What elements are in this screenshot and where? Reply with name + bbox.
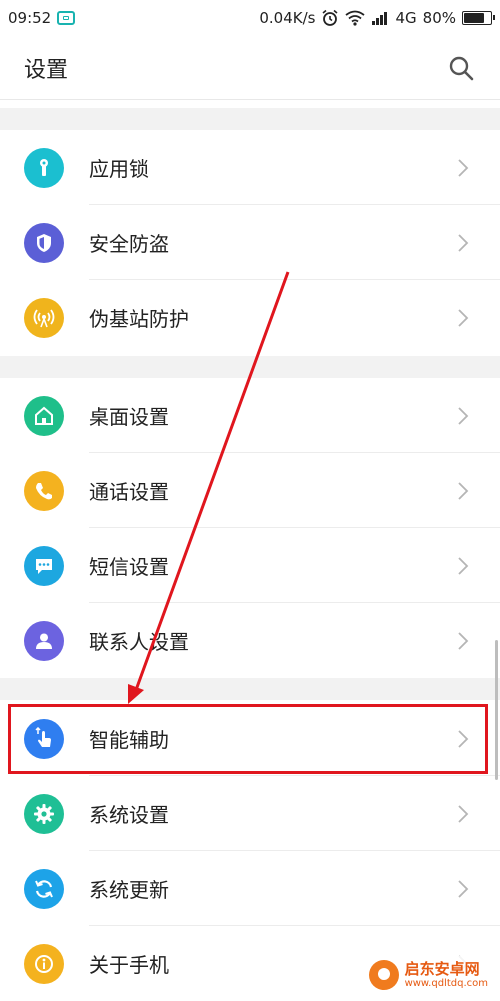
settings-item-call[interactable]: 通话设置 [0, 453, 500, 528]
net-speed: 0.04K/s [259, 9, 316, 27]
section-divider [0, 108, 500, 130]
chevron-right-icon [458, 556, 469, 575]
hand-pointer-icon [24, 718, 64, 759]
settings-item-smart-assist[interactable]: 智能辅助 [0, 701, 500, 776]
search-icon[interactable] [446, 53, 476, 83]
settings-item-label: 桌面设置 [89, 405, 169, 429]
info-icon [24, 943, 64, 984]
chevron-right-icon [458, 406, 469, 425]
message-icon [24, 545, 64, 586]
settings-item-app-lock[interactable]: 应用锁 [0, 130, 500, 205]
wifi-icon [345, 10, 366, 26]
settings-item-system-settings[interactable]: 系统设置 [0, 776, 500, 851]
settings-item-label: 短信设置 [89, 555, 169, 579]
section-divider [0, 356, 500, 378]
lock-key-icon [24, 147, 64, 188]
settings-item-sms[interactable]: 短信设置 [0, 528, 500, 603]
battery-percent: 80% [422, 9, 456, 27]
watermark: 启东安卓网 www.qdltdq.com [362, 956, 494, 994]
section-divider [0, 678, 500, 700]
contact-icon [24, 620, 64, 661]
screenshot-notification-icon [57, 11, 76, 25]
cell-signal-icon [372, 12, 388, 25]
settings-item-label: 安全防盗 [89, 232, 169, 256]
home-icon [24, 395, 64, 436]
settings-item-label: 联系人设置 [89, 630, 189, 654]
chevron-right-icon [458, 308, 469, 327]
settings-item-label: 智能辅助 [89, 728, 169, 752]
status-time: 09:52 [8, 9, 52, 27]
chevron-right-icon [458, 481, 469, 500]
refresh-icon [24, 868, 64, 909]
network-type: 4G [395, 9, 417, 27]
alarm-icon [322, 9, 338, 26]
battery-fill [464, 13, 484, 23]
gear-icon [24, 793, 64, 834]
settings-item-desktop[interactable]: 桌面设置 [0, 378, 500, 453]
chevron-right-icon [458, 158, 469, 177]
settings-item-label: 应用锁 [89, 157, 149, 181]
chevron-right-icon [458, 233, 469, 252]
settings-item-label: 伪基站防护 [89, 307, 189, 331]
chevron-right-icon [458, 631, 469, 650]
settings-item-contacts[interactable]: 联系人设置 [0, 603, 500, 678]
phone-icon [24, 470, 64, 511]
app-bar: 设置 [0, 36, 500, 100]
settings-item-fake-base-station[interactable]: 伪基站防护 [0, 280, 500, 355]
watermark-url: www.qdltdq.com [404, 977, 488, 989]
settings-item-system-update[interactable]: 系统更新 [0, 851, 500, 926]
chevron-right-icon [458, 804, 469, 823]
battery-icon [462, 11, 495, 25]
watermark-title: 启东安卓网 [404, 960, 480, 979]
settings-item-label: 通话设置 [89, 480, 169, 504]
page-title: 设置 [24, 57, 69, 83]
watermark-logo-icon [368, 960, 399, 990]
settings-item-label: 系统更新 [89, 878, 169, 902]
chevron-right-icon [458, 879, 469, 898]
status-bar: 09:52 0.04K/s 4G 80% [0, 0, 500, 36]
signal-tower-icon [24, 297, 64, 338]
shield-icon [24, 222, 64, 263]
scrollbar-thumb[interactable] [495, 640, 498, 780]
settings-item-label: 关于手机 [89, 953, 169, 977]
settings-item-anti-theft[interactable]: 安全防盗 [0, 205, 500, 280]
settings-item-label: 系统设置 [89, 803, 169, 827]
chevron-right-icon [458, 729, 469, 748]
